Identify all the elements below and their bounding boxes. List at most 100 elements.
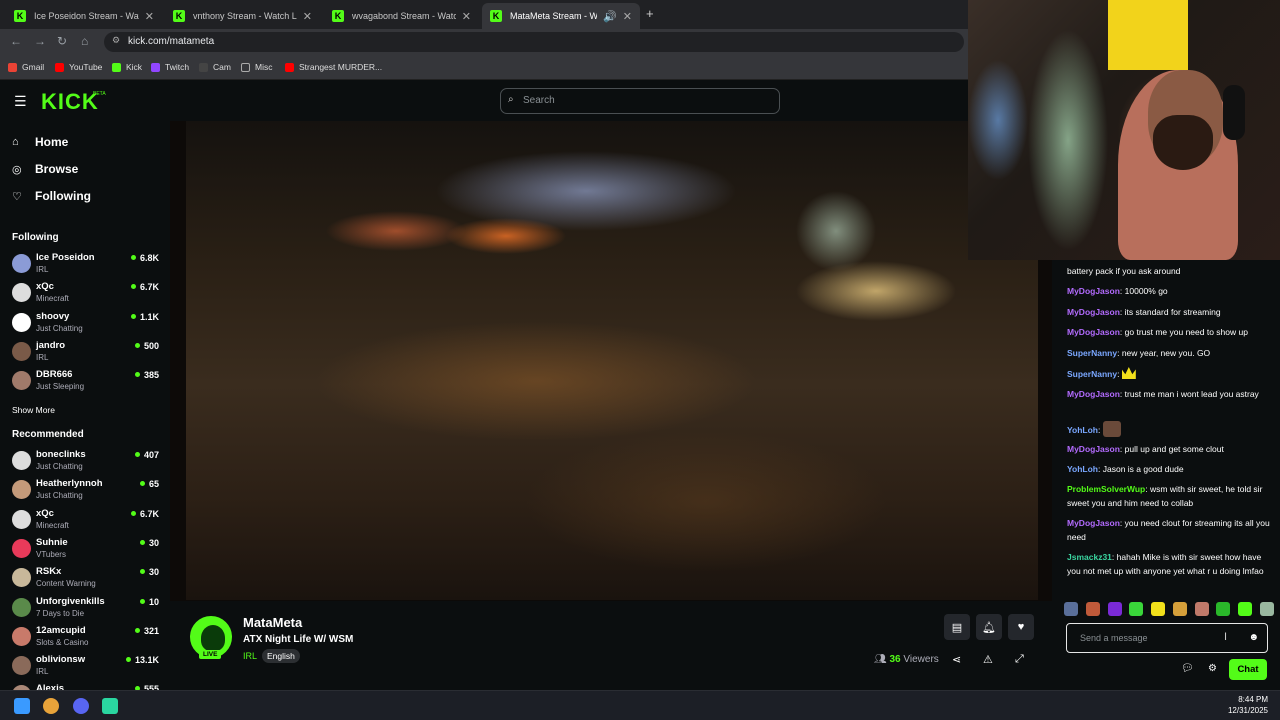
video-player[interactable] bbox=[170, 121, 1052, 601]
channel-item[interactable]: shoovy Just Chatting 1.1K bbox=[12, 311, 162, 337]
video-frame[interactable] bbox=[186, 121, 1038, 600]
chat-username[interactable]: Jsmackz31 bbox=[1067, 552, 1112, 562]
chat-username[interactable]: SuperNanny bbox=[1067, 348, 1117, 358]
channel-item[interactable]: Ice Poseidon IRL 6.8K bbox=[12, 252, 162, 278]
share-icon[interactable]: ⋖ bbox=[952, 653, 961, 666]
channel-item[interactable]: RSKx Content Warning 30 bbox=[12, 566, 162, 592]
windows-start-icon[interactable] bbox=[14, 698, 30, 714]
language-tag[interactable]: English bbox=[262, 649, 300, 663]
channel-avatar bbox=[12, 480, 31, 500]
channel-item[interactable]: boneclinks Just Chatting 407 bbox=[12, 449, 162, 475]
browser-tab-2[interactable]: K vnthony Stream - Watch Live on Kick ✕ bbox=[165, 3, 320, 29]
bookmark-strangest-murder[interactable]: Strangest MURDER... bbox=[285, 62, 382, 72]
forward-icon[interactable]: → bbox=[34, 34, 46, 48]
stream-category[interactable]: IRL bbox=[243, 651, 257, 661]
send-chat-button[interactable]: Chat bbox=[1229, 659, 1267, 680]
heart-icon: ♡ bbox=[12, 190, 22, 203]
nav-following[interactable]: ♡ Following bbox=[12, 189, 91, 203]
chat-username[interactable]: ProblemSolverWup bbox=[1067, 484, 1145, 494]
search-input[interactable]: ⌕ Search bbox=[500, 88, 780, 114]
close-tab-icon[interactable]: ✕ bbox=[462, 10, 471, 23]
channel-item[interactable]: 12amcupid Slots & Casino 321 bbox=[12, 625, 162, 651]
chat-username[interactable]: MyDogJason bbox=[1067, 444, 1120, 454]
streamer-name[interactable]: MataMeta bbox=[243, 615, 302, 630]
channel-viewers: 321 bbox=[135, 626, 159, 636]
report-icon[interactable]: ⚠ bbox=[983, 653, 993, 666]
home-browser-icon[interactable]: ⌂ bbox=[81, 34, 88, 48]
emote-icon[interactable] bbox=[1172, 602, 1187, 616]
emoji-icon[interactable]: ☻ bbox=[1248, 632, 1259, 643]
chat-username[interactable]: YohLoh bbox=[1067, 464, 1098, 474]
browser-tab-4-active[interactable]: K MataMeta Stream - Watch Live on Kick 🔊… bbox=[482, 3, 640, 29]
kick-logo[interactable]: KICK bbox=[41, 89, 99, 115]
back-icon[interactable]: ← bbox=[10, 34, 22, 48]
chat-username[interactable]: MyDogJason bbox=[1067, 389, 1120, 399]
channel-category: 7 Days to Die bbox=[36, 608, 85, 618]
chat-bubble-icon[interactable]: 💬︎ bbox=[1181, 663, 1194, 674]
nav-browse[interactable]: ◎ Browse bbox=[12, 162, 78, 176]
new-tab-button[interactable]: + bbox=[646, 6, 654, 21]
speaker-icon[interactable]: 🔊 bbox=[603, 10, 617, 23]
chat-username[interactable]: MyDogJason bbox=[1067, 307, 1120, 317]
stream-title: ATX Night Life W/ WSM bbox=[243, 634, 354, 645]
youtube-icon bbox=[285, 62, 294, 72]
emote-icon[interactable] bbox=[1216, 602, 1231, 616]
close-tab-icon[interactable]: ✕ bbox=[303, 10, 312, 23]
chat-username[interactable]: MyDogJason bbox=[1067, 327, 1120, 337]
browser-tab-1[interactable]: K Ice Poseidon Stream - Watch Live on Ki… bbox=[6, 3, 162, 29]
emote-icon[interactable] bbox=[1107, 602, 1122, 616]
notification-button[interactable]: 🔔︎ bbox=[976, 614, 1002, 640]
channel-avatar bbox=[12, 312, 31, 332]
chat-message-input[interactable]: Send a message I ☻ bbox=[1066, 623, 1268, 653]
bookmark-cam[interactable]: Cam bbox=[199, 62, 231, 72]
emote-icon[interactable] bbox=[1238, 602, 1253, 616]
show-more-button[interactable]: Show More bbox=[12, 405, 55, 415]
reload-icon[interactable]: ↻ bbox=[57, 34, 67, 48]
channel-item[interactable]: Suhnie VTubers 30 bbox=[12, 537, 162, 563]
channel-item[interactable]: Alexis 555 bbox=[12, 683, 162, 690]
chat-username[interactable]: MyDogJason bbox=[1067, 518, 1120, 528]
chat-username[interactable]: MyDogJason bbox=[1067, 286, 1120, 296]
chrome-icon[interactable] bbox=[43, 698, 59, 714]
emote-icon[interactable] bbox=[1129, 602, 1144, 616]
theater-mode-icon[interactable]: ⤢ bbox=[1015, 653, 1024, 666]
channel-item[interactable]: oblivionsw IRL 13.1K bbox=[12, 654, 162, 680]
nav-home[interactable]: ⌂ Home bbox=[12, 135, 68, 149]
follow-button[interactable]: ♥ bbox=[1008, 614, 1034, 640]
channel-item[interactable]: Heatherlynnoh Just Chatting 65 bbox=[12, 478, 162, 504]
channel-avatar bbox=[12, 538, 31, 558]
emote-icon[interactable] bbox=[1259, 602, 1274, 616]
emote-icon[interactable] bbox=[1194, 602, 1209, 616]
close-tab-icon[interactable]: ✕ bbox=[145, 10, 154, 23]
channel-item[interactable]: DBR666 Just Sleeping 385 bbox=[12, 369, 162, 395]
channel-name: RSKx bbox=[36, 566, 62, 578]
emote-icon[interactable] bbox=[1151, 602, 1166, 616]
chat-username[interactable]: SuperNanny bbox=[1067, 369, 1117, 379]
emote-icon[interactable] bbox=[1085, 602, 1100, 616]
app-icon[interactable] bbox=[102, 698, 118, 714]
twitch-icon bbox=[151, 62, 160, 72]
channel-item[interactable]: Unforgivenkills 7 Days to Die 10 bbox=[12, 596, 162, 622]
channel-item[interactable]: xQc Minecraft 6.7K bbox=[12, 508, 162, 534]
clip-button[interactable]: ▤ bbox=[944, 614, 970, 640]
bookmark-kick[interactable]: Kick bbox=[112, 62, 142, 72]
bookmark-youtube[interactable]: YouTube bbox=[55, 62, 102, 72]
bookmark-gmail[interactable]: Gmail bbox=[8, 62, 44, 72]
bookmark-folder-misc[interactable]: Misc bbox=[241, 62, 272, 72]
bookmark-twitch[interactable]: Twitch bbox=[151, 62, 189, 72]
hamburger-menu-icon[interactable]: ☰ bbox=[14, 93, 27, 110]
channel-item[interactable]: xQc Minecraft 6.7K bbox=[12, 281, 162, 307]
channel-item[interactable]: jandro IRL 500 bbox=[12, 340, 162, 366]
browser-tab-3[interactable]: K wvagabond Stream - Watch Live on Kick … bbox=[324, 3, 479, 29]
gear-icon[interactable]: ⚙ bbox=[1208, 663, 1217, 674]
url-field[interactable]: ⚙ kick.com/matameta bbox=[104, 32, 964, 52]
chat-username[interactable]: YohLoh bbox=[1067, 425, 1098, 435]
channel-category: VTubers bbox=[36, 549, 66, 559]
discord-icon[interactable] bbox=[73, 698, 89, 714]
emote-icon[interactable] bbox=[1064, 602, 1078, 616]
chat-message: MyDogJason: pull up and get some clout bbox=[1067, 442, 1273, 456]
close-tab-icon[interactable]: ✕ bbox=[623, 10, 632, 23]
live-badge: LIVE bbox=[199, 650, 222, 659]
cam-icon bbox=[199, 62, 208, 72]
site-info-icon[interactable]: ⚙ bbox=[112, 35, 120, 46]
